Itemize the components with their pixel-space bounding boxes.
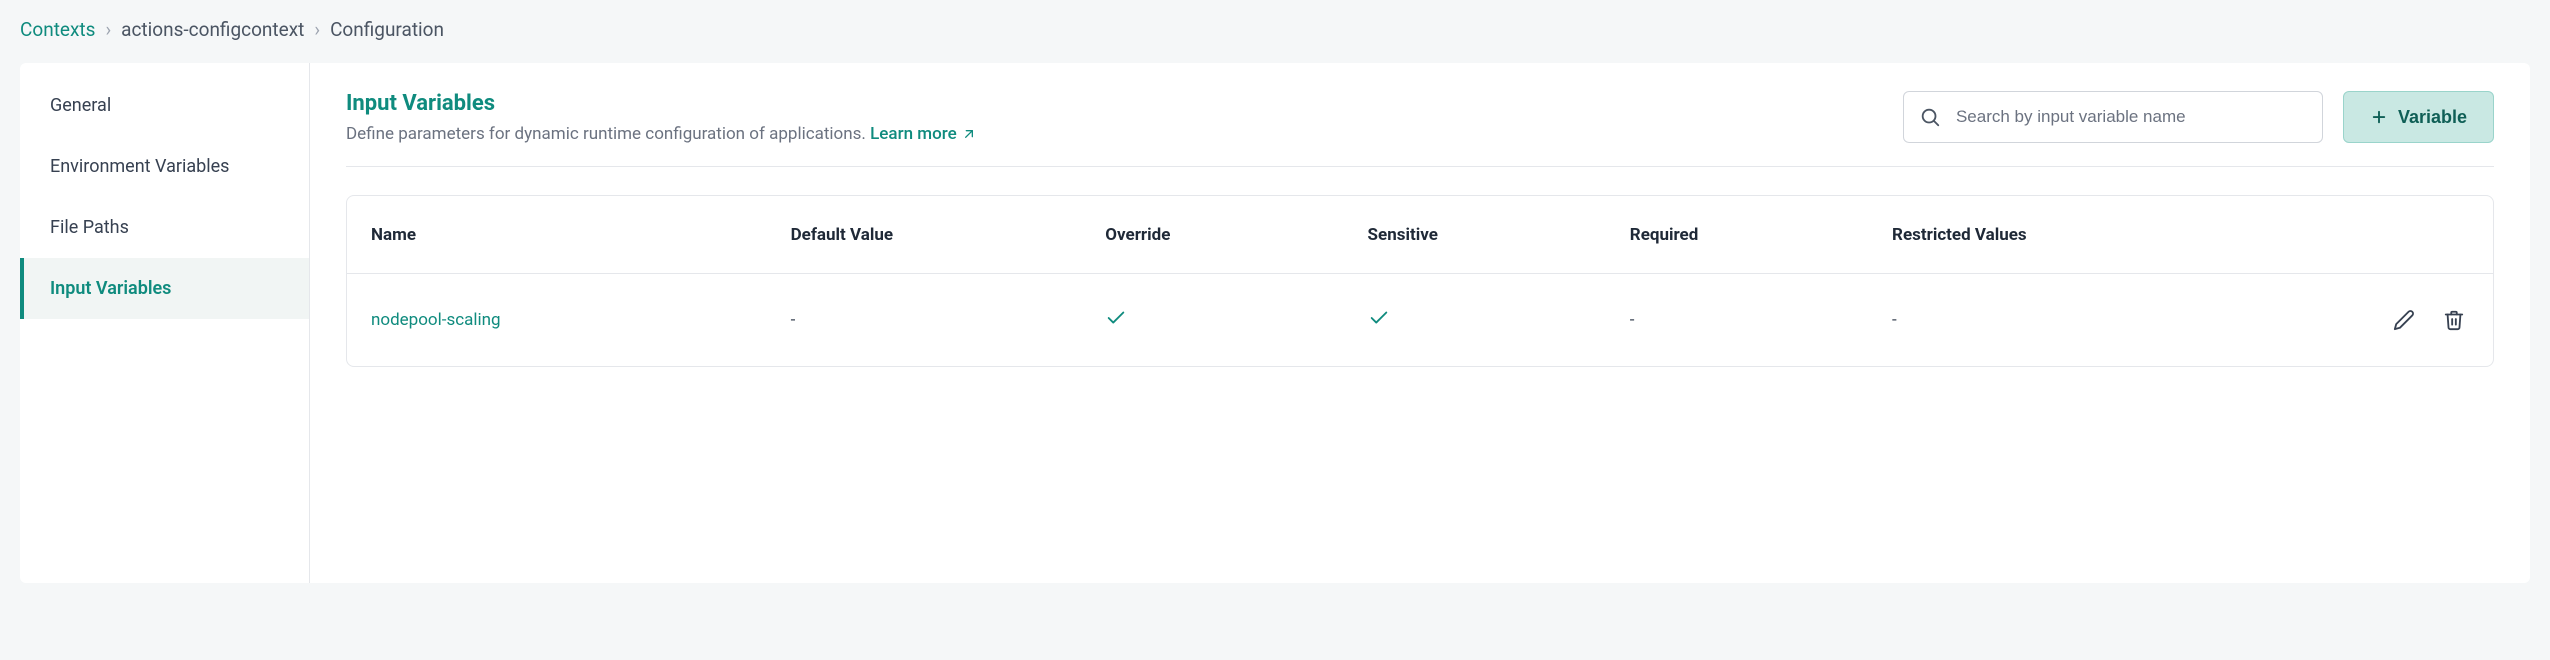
content-header: Input Variables Define parameters for dy… [346,91,2494,144]
cell-restricted-values: - [1892,310,2259,330]
plus-icon [2370,108,2388,126]
sidebar-item-file-paths[interactable]: File Paths [20,197,309,258]
subtitle-text: Define parameters for dynamic runtime co… [346,124,866,144]
breadcrumb-separator: › [105,18,111,41]
breadcrumb-separator: › [314,18,320,41]
pencil-icon [2393,309,2415,331]
col-required: Required [1630,225,1892,245]
search-wrap [1903,91,2323,143]
cell-required: - [1630,310,1892,330]
breadcrumb-current: Configuration [330,18,444,41]
content-area: Input Variables Define parameters for dy… [310,63,2530,583]
config-panel: General Environment Variables File Paths… [20,63,2530,583]
variables-table: Name Default Value Override Sensitive Re… [346,195,2494,367]
table-row: nodepool-scaling - - - [347,274,2493,366]
check-icon [1105,307,1127,329]
row-actions [2259,305,2469,335]
sidebar: General Environment Variables File Paths… [20,63,310,583]
sidebar-item-general[interactable]: General [20,75,309,136]
divider [346,166,2494,167]
check-icon [1368,307,1390,329]
header-actions: Variable [1903,91,2494,143]
trash-icon [2443,309,2465,331]
breadcrumb-context[interactable]: actions-configcontext [121,18,304,41]
col-default-value: Default Value [791,225,1106,245]
col-override: Override [1105,225,1367,245]
col-restricted-values: Restricted Values [1892,225,2259,245]
sidebar-item-input-vars[interactable]: Input Variables [20,258,309,319]
col-name: Name [371,225,791,245]
learn-more-label: Learn more [870,124,957,144]
breadcrumb: Contexts › actions-configcontext › Confi… [0,0,2550,53]
learn-more-link[interactable]: Learn more [870,124,977,144]
breadcrumb-root[interactable]: Contexts [20,18,95,41]
page-title: Input Variables [346,91,1879,116]
title-block: Input Variables Define parameters for dy… [346,91,1879,144]
edit-button[interactable] [2389,305,2419,335]
cell-default-value: - [791,310,1106,330]
table-header: Name Default Value Override Sensitive Re… [347,196,2493,274]
cell-sensitive [1368,307,1630,334]
cell-override [1105,307,1367,334]
col-sensitive: Sensitive [1368,225,1630,245]
cell-name[interactable]: nodepool-scaling [371,310,791,330]
search-input[interactable] [1903,91,2323,143]
add-variable-label: Variable [2398,107,2467,128]
page-subtitle: Define parameters for dynamic runtime co… [346,124,1879,144]
external-link-icon [961,126,977,142]
sidebar-item-env-vars[interactable]: Environment Variables [20,136,309,197]
delete-button[interactable] [2439,305,2469,335]
add-variable-button[interactable]: Variable [2343,91,2494,143]
